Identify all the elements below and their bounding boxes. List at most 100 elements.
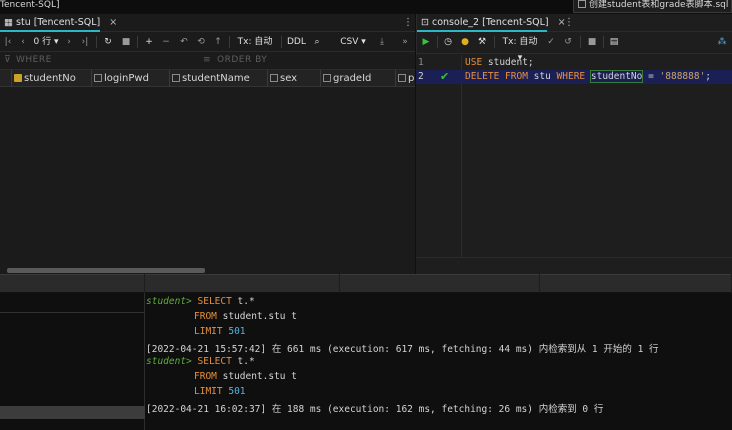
header-segment	[340, 274, 540, 293]
stop-icon[interactable]: ■	[120, 34, 132, 50]
sql-file-icon	[578, 0, 586, 8]
explain-plan-icon[interactable]: ●	[459, 34, 471, 50]
where-filter-input[interactable]: WHERE	[16, 55, 52, 65]
column-icon	[94, 74, 102, 82]
line-number: 2	[418, 71, 424, 82]
filter-icon: ⊽	[4, 55, 12, 65]
tab-console-label: console_2 [Tencent-SQL]	[432, 17, 549, 28]
schema-selector-icon[interactable]: ⁂	[715, 34, 729, 50]
line-number: 1	[418, 57, 424, 68]
column-icon	[172, 74, 180, 82]
toolbar-divider	[437, 36, 438, 48]
tree-divider	[0, 312, 145, 313]
column-label: loginPwd	[104, 73, 149, 84]
column-icon	[398, 74, 406, 82]
column-header-sex[interactable]: sex	[268, 70, 321, 87]
download-icon[interactable]: ⤓	[376, 34, 388, 50]
sql-keyword: WHERE	[556, 71, 586, 82]
sql-keyword: FROM	[194, 311, 217, 322]
tab-stu-label: stu [Tencent-SQL]	[16, 17, 101, 28]
next-page-icon[interactable]: ›	[64, 34, 74, 50]
output-line: student> SELECT t.*	[146, 356, 255, 367]
console-pane: ⊡ console_2 [Tencent-SQL] × ⋮ ▶ ◷ ● ⚒ Tx…	[416, 14, 732, 274]
sql-number: 501	[228, 326, 246, 337]
column-header-studentname[interactable]: studentName	[170, 70, 268, 87]
run-icon[interactable]: ▶	[420, 34, 432, 50]
add-row-icon[interactable]: +	[143, 34, 155, 50]
order-by-input[interactable]: ORDER BY	[217, 55, 267, 65]
header-segment	[0, 274, 145, 293]
output-line: FROM student.stu t	[194, 371, 297, 382]
history-icon[interactable]: ⟲	[195, 34, 207, 50]
sql-keyword: LIMIT	[194, 326, 223, 337]
sql-text: t.*	[231, 296, 255, 307]
sql-keyword: SELECT	[197, 356, 232, 367]
tab-stu[interactable]: ▦ stu [Tencent-SQL] ×	[0, 14, 117, 32]
code-line-1[interactable]: USE student;	[465, 57, 534, 68]
header-segment	[540, 274, 732, 293]
more-options-icon[interactable]: ⋮	[564, 17, 574, 29]
tx-mode-selector[interactable]: Tx: 自动 ▾	[235, 34, 275, 63]
refresh-icon[interactable]: ↻	[102, 34, 114, 50]
sql-keyword: LIMIT	[194, 386, 223, 397]
code-line-2[interactable]: DELETE FROM stu WHERE studentNo = '88888…	[465, 70, 711, 83]
rollback-icon[interactable]: ↺	[562, 34, 574, 50]
column-header-truncated[interactable]: p	[396, 70, 415, 87]
column-header-gradeid[interactable]: gradeId	[321, 70, 396, 87]
cancel-stop-icon[interactable]: ■	[586, 34, 598, 50]
overflow-chevron-icon[interactable]: »	[400, 34, 410, 50]
toolbar-divider	[281, 36, 282, 48]
output-line: LIMIT 501	[194, 326, 246, 337]
tx-mode-label: Tx: 自动	[502, 37, 538, 47]
table-tabbar: ▦ stu [Tencent-SQL] × ⋮	[0, 14, 415, 32]
close-icon[interactable]: ×	[109, 17, 117, 28]
column-header-loginpwd[interactable]: loginPwd	[92, 70, 170, 87]
header-segment	[145, 274, 340, 293]
revert-icon[interactable]: ↶	[178, 34, 190, 50]
console-prompt: student>	[146, 296, 192, 307]
console-toolbar: ▶ ◷ ● ⚒ Tx: 自动 ▾ ✓ ↺ ■ ▤ ⁂	[417, 32, 732, 63]
sql-keyword: USE	[465, 57, 483, 68]
tree-selected-item[interactable]	[0, 406, 145, 419]
file-tab-script[interactable]: 创建student表和grade表脚本.sql	[573, 0, 732, 13]
column-label: p	[408, 73, 415, 84]
submit-icon[interactable]: ↑	[212, 34, 224, 50]
commit-icon[interactable]: ✓	[545, 34, 557, 50]
history-clock-icon[interactable]: ◷	[442, 34, 454, 50]
column-header-studentno[interactable]: studentNo	[12, 70, 92, 87]
console-tabbar: ⊡ console_2 [Tencent-SQL] × ⋮	[417, 14, 732, 32]
table-toolbar: |‹ ‹ 0 行 ▾ › ›| ↻ ■ + − ↶ ⟲ ↑ Tx: 自动 ▾ D…	[0, 32, 415, 63]
export-format-selector[interactable]: CSV ▾	[340, 34, 366, 50]
export-format-label: CSV	[340, 37, 359, 47]
rows-selector[interactable]: 0 行 ▾	[32, 34, 60, 50]
settings-wrench-icon[interactable]: ⚒	[476, 34, 488, 50]
editor-gutter	[416, 55, 462, 257]
horizontal-scroll-thumb[interactable]	[7, 268, 205, 273]
tab-console-2[interactable]: ⊡ console_2 [Tencent-SQL] ×	[417, 14, 566, 32]
sql-number: 501	[228, 386, 246, 397]
search-icon[interactable]: ⌕	[311, 34, 323, 50]
column-label: studentName	[182, 73, 250, 84]
first-page-icon[interactable]: |‹	[3, 34, 13, 50]
more-options-icon[interactable]: ⋮	[403, 17, 413, 29]
ddl-button[interactable]: DDL	[287, 34, 306, 50]
last-page-icon[interactable]: ›|	[80, 34, 90, 50]
prev-page-icon[interactable]: ‹	[18, 34, 28, 50]
output-panel-icon[interactable]: ▤	[608, 34, 620, 50]
console-prompt: student>	[146, 356, 192, 367]
row-header-corner	[0, 70, 12, 87]
delete-row-icon[interactable]: −	[160, 34, 172, 50]
toolbar-divider	[494, 36, 495, 48]
check-icon: ✔	[440, 70, 450, 83]
column-icon	[323, 74, 331, 82]
rows-count: 0 行	[33, 37, 52, 47]
column-label: sex	[280, 73, 298, 84]
tx-mode-selector[interactable]: Tx: 自动 ▾	[500, 34, 540, 63]
output-log-line: [2022-04-21 15:57:42] 在 661 ms (executio…	[146, 344, 659, 355]
column-label: studentNo	[24, 73, 76, 84]
sql-keyword: FROM	[194, 371, 217, 382]
sql-text: student;	[482, 57, 534, 68]
primary-key-icon	[14, 74, 22, 82]
sql-keyword: SELECT	[197, 296, 232, 307]
sql-operator: =	[642, 71, 660, 82]
